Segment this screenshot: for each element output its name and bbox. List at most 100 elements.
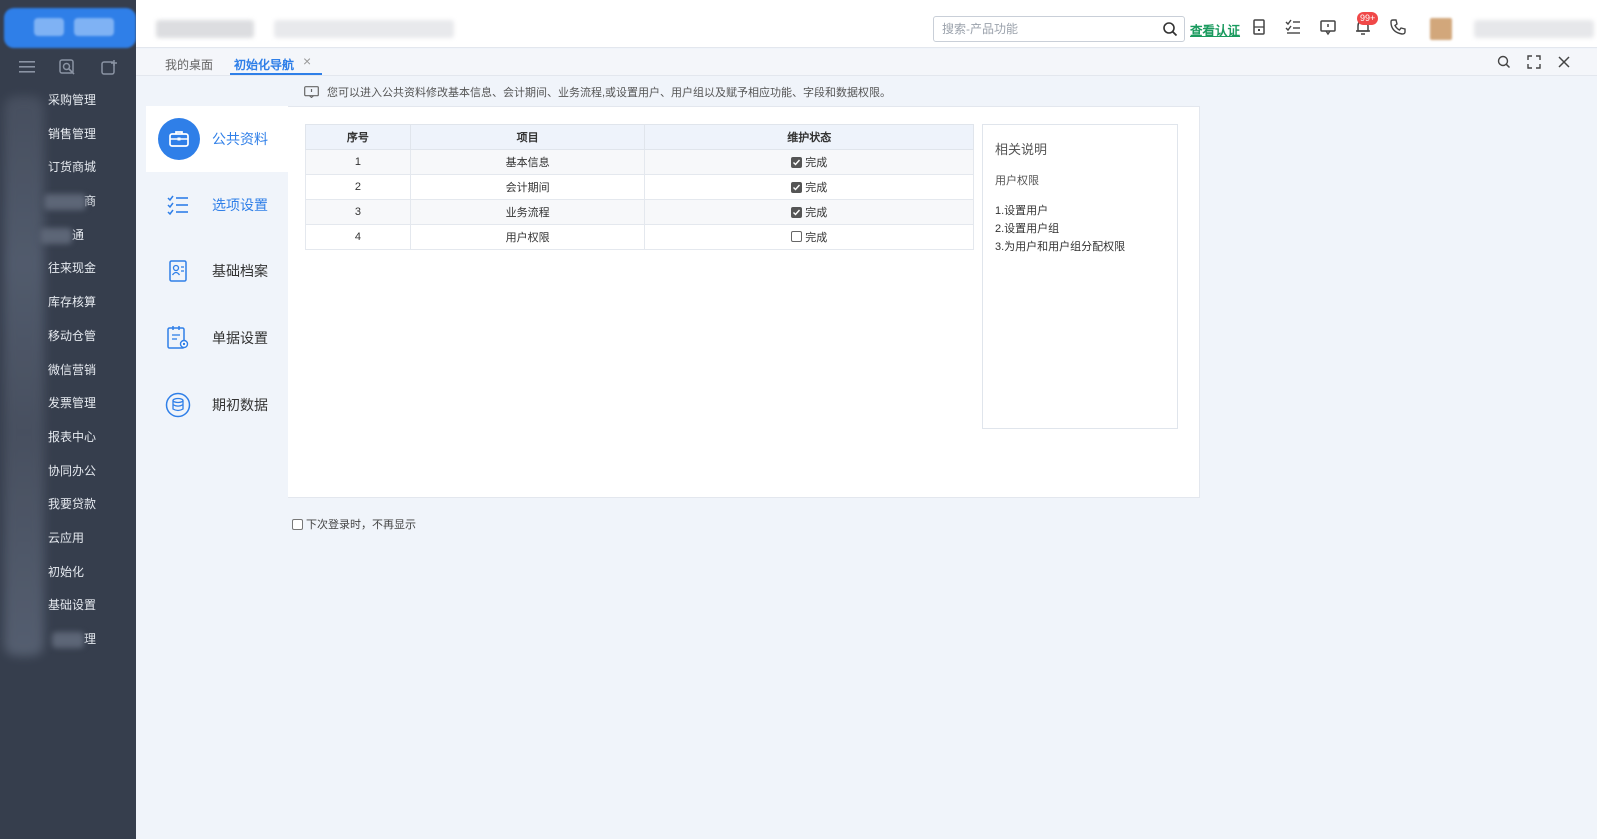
dont-show-again-option[interactable]: 下次登录时，不再显示 [292,516,416,532]
tab-close-icon[interactable]: × [303,53,311,69]
document-settings-icon [164,324,192,352]
sidebar-item-redacted-1[interactable]: 商 [0,185,136,219]
nav-label: 基础档案 [212,263,268,279]
status-label: 完成 [805,182,828,194]
company-name-redacted [156,20,254,38]
status-checkbox[interactable] [791,231,803,243]
tab-bar: 我的桌面 初始化导航 × [136,49,1597,76]
maintenance-table: 序号 项目 维护状态 1 基本信息 完成 2 会计期间 完成 3 业务流程 完成 [305,124,974,250]
sidebar-item-loan[interactable]: 我要贷款 [0,488,136,522]
sidebar-item-wechat[interactable]: 微信营销 [0,354,136,388]
cell-item[interactable]: 用户权限 [409,224,646,250]
sidebar-item-mobile-warehouse[interactable]: 移动仓管 [0,320,136,354]
sidebar-menu: 采购管理 销售管理 订货商城 商 通 往来现金 库存核算 移动仓管 微信营销 发… [0,84,136,657]
briefcase-icon [158,118,200,160]
cell-seq: 3 [305,199,411,225]
nav-options[interactable]: 选项设置 [146,172,288,238]
sidebar-item-order-mall[interactable]: 订货商城 [0,151,136,185]
table-row[interactable]: 2 会计期间 完成 [305,174,974,200]
cell-item[interactable]: 业务流程 [409,199,646,225]
status-checkbox[interactable] [791,181,803,193]
status-label: 完成 [805,207,828,219]
column-header-status: 维护状态 [644,124,974,150]
notice-text: 您可以进入公共资料修改基本信息、会计期间、业务流程,或设置用户、用户组以及赋予相… [327,87,892,99]
message-icon[interactable] [1318,17,1338,37]
nav-label: 公共资料 [212,131,268,147]
notes-line: 3.为用户和用户组分配权限 [995,241,1126,253]
dont-show-label: 下次登录时，不再显示 [306,519,416,531]
sidebar-item-cash[interactable]: 往来现金 [0,252,136,286]
database-icon [164,391,192,419]
cell-seq: 2 [305,174,411,200]
status-label: 完成 [805,157,828,169]
nav-public-data[interactable]: 公共资料 [146,106,288,172]
cell-item[interactable]: 基本信息 [409,149,646,175]
active-tab-indicator [230,73,322,75]
tab-init-navigation[interactable]: 初始化导航 [234,56,294,73]
cell-seq: 1 [305,149,411,175]
related-notes: 相关说明 用户权限 1.设置用户 2.设置用户组 3.为用户和用户组分配权限 [982,124,1178,429]
sidebar-item-basic-settings[interactable]: 基础设置 [0,589,136,623]
nav-basic-archive[interactable]: 基础档案 [146,238,288,304]
cell-status: 完成 [644,224,974,250]
todo-list-icon[interactable] [1283,17,1303,37]
table-row[interactable]: 1 基本信息 完成 [305,149,974,175]
notice-icon [304,86,319,98]
sidebar-item-office[interactable]: 协同办公 [0,455,136,489]
checklist-icon [164,191,192,219]
info-notice: 您可以进入公共资料修改基本信息、会计期间、业务流程,或设置用户、用户组以及赋予相… [304,84,891,100]
username-redacted[interactable] [1474,20,1594,38]
column-header-seq: 序号 [305,124,411,150]
init-nav-menu: 公共资料 选项设置 基础档案 单据设置 期初数据 [146,106,288,498]
cell-status: 完成 [644,199,974,225]
cell-status: 完成 [644,149,974,175]
cell-status: 完成 [644,174,974,200]
column-header-item: 项目 [409,124,646,150]
nav-document-settings[interactable]: 单据设置 [146,305,288,371]
sidebar: 采购管理 销售管理 订货商城 商 通 往来现金 库存核算 移动仓管 微信营销 发… [0,0,136,839]
avatar[interactable] [1430,18,1452,40]
account-info-redacted [274,20,454,38]
fullscreen-icon[interactable] [1526,54,1542,70]
status-checkbox[interactable] [791,156,803,168]
sidebar-item-redacted-3[interactable]: 理 [0,623,136,657]
status-checkbox[interactable] [791,206,803,218]
notification-badge: 99+ [1357,12,1379,25]
cell-item[interactable]: 会计期间 [409,174,646,200]
nav-label: 期初数据 [212,397,268,413]
table-row[interactable]: 3 业务流程 完成 [305,199,974,225]
dont-show-checkbox[interactable] [292,518,303,530]
nav-opening-data[interactable]: 期初数据 [146,372,288,438]
verify-link[interactable]: 查看认证 [1190,20,1240,39]
search-input[interactable] [934,17,1154,41]
tab-my-desktop[interactable]: 我的桌面 [165,56,213,73]
sidebar-item-reports[interactable]: 报表中心 [0,421,136,455]
search-box [933,16,1185,42]
sidebar-item-sales[interactable]: 销售管理 [0,118,136,152]
sidebar-item-cloud[interactable]: 云应用 [0,522,136,556]
add-shortcut-icon[interactable] [98,56,120,78]
calculator-icon[interactable] [1249,17,1269,37]
sidebar-item-invoice[interactable]: 发票管理 [0,387,136,421]
menu-icon[interactable] [16,56,38,78]
sidebar-item-inventory[interactable]: 库存核算 [0,286,136,320]
sidebar-item-purchase[interactable]: 采购管理 [0,84,136,118]
notes-line: 2.设置用户组 [995,223,1060,235]
status-label: 完成 [805,231,828,244]
content-panel: 序号 项目 维护状态 1 基本信息 完成 2 会计期间 完成 3 业务流程 完成 [288,106,1200,498]
table-row[interactable]: 4 用户权限 完成 [305,224,974,250]
search-icon[interactable] [1162,21,1178,37]
nav-label: 单据设置 [212,330,268,346]
notes-title: 相关说明 [995,142,1048,157]
logo[interactable] [4,8,136,48]
sidebar-tools [0,52,136,82]
sidebar-item-init[interactable]: 初始化 [0,556,136,590]
search-menu-icon[interactable] [57,56,79,78]
topbar: 查看认证 99+ [136,0,1597,48]
close-all-icon[interactable] [1556,54,1572,70]
table-header-row: 序号 项目 维护状态 [305,124,974,150]
phone-icon[interactable] [1388,17,1408,37]
sidebar-item-redacted-2[interactable]: 通 [0,219,136,253]
tab-search-icon[interactable] [1496,54,1512,70]
nav-label: 选项设置 [212,197,268,213]
